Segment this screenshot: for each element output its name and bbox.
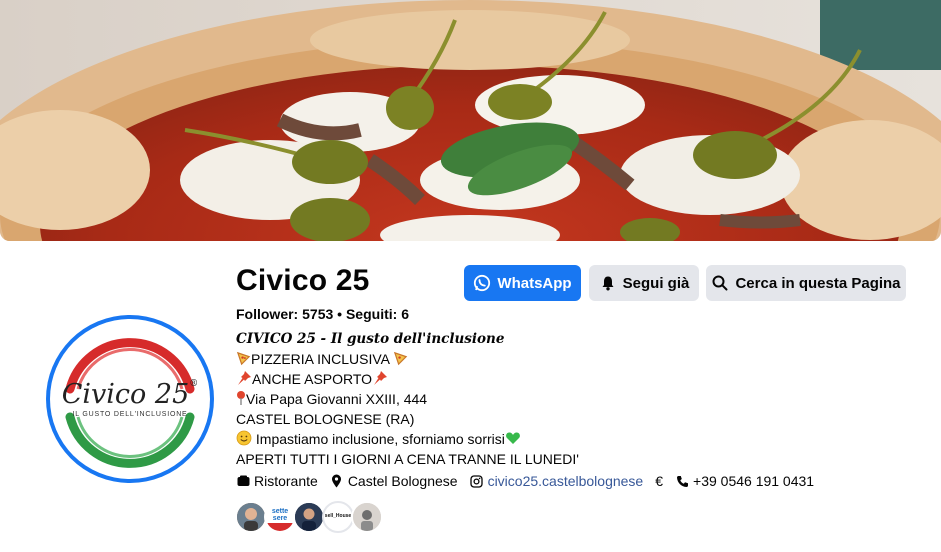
price-range: € [655, 473, 664, 489]
tag-icon [236, 474, 250, 488]
pushpin-icon [238, 371, 251, 385]
follower-avatar[interactable] [293, 501, 325, 533]
green-heart-icon [505, 432, 520, 444]
page-bio: CIVICO 25 - Il gusto dell'inclusione PIZ… [236, 329, 886, 469]
round-pushpin-icon [237, 391, 245, 405]
search-label: Cerca in questa Pagina [735, 274, 901, 292]
pizza-icon [394, 351, 408, 366]
pizza-icon [236, 351, 251, 366]
follower-avatar[interactable]: sette sere [264, 501, 296, 533]
bio-line-city: CASTEL BOLOGNESE (RA) [236, 411, 415, 427]
follower-avatar[interactable]: sell_House [322, 501, 354, 533]
page-info-row: Ristorante Castel Bolognese civico25.cas… [236, 471, 826, 491]
instagram-icon [470, 474, 484, 488]
whatsapp-label: WhatsApp [497, 274, 572, 292]
follower-avatar[interactable] [351, 501, 383, 533]
bio-line-motto: Impastiamo inclusione, sforniamo sorrisi [236, 429, 886, 449]
phone-icon [675, 474, 689, 488]
bell-icon [599, 274, 617, 292]
logo-text: Civico 25® [61, 379, 199, 410]
location[interactable]: Castel Bolognese [330, 473, 458, 489]
smile-icon [236, 430, 252, 446]
following-count[interactable]: 6 [401, 306, 409, 322]
bio-line-asporto: ANCHE ASPORTO [236, 369, 886, 389]
search-icon [711, 274, 729, 292]
location-pin-icon [330, 474, 344, 488]
profile-picture[interactable]: Civico 25® IL GUSTO DELL'INCLUSIONE [46, 315, 214, 483]
followers-count[interactable]: 5753 [302, 306, 333, 322]
stats-separator: • [337, 306, 343, 322]
follow-label: Segui già [622, 274, 690, 292]
follower-avatar[interactable] [235, 501, 267, 533]
following-label: Seguiti: [345, 306, 398, 322]
pushpin-icon [374, 371, 388, 385]
follower-badge-text: sell_House [324, 513, 352, 519]
cover-photo[interactable] [0, 0, 941, 241]
search-page-button[interactable]: Cerca in questa Pagina [706, 265, 906, 301]
bio-line-address: Via Papa Giovanni XXIII, 444 [236, 389, 886, 409]
follower-stats: Follower: 5753 • Seguiti: 6 [236, 306, 409, 322]
follow-button[interactable]: Segui già [589, 265, 699, 301]
category[interactable]: Ristorante [236, 473, 318, 489]
whatsapp-button[interactable]: WhatsApp [464, 265, 581, 301]
phone-number[interactable]: +39 0546 191 0431 [675, 473, 814, 489]
bio-tagline: CIVICO 25 - Il gusto dell'inclusione [236, 331, 505, 347]
follower-badge-text: sette sere [271, 508, 289, 522]
logo-subtitle: IL GUSTO DELL'INCLUSIONE [72, 411, 188, 418]
bio-line-pizzeria: PIZZERIA INCLUSIVA [236, 349, 886, 369]
whatsapp-icon [473, 274, 491, 292]
instagram-link[interactable]: civico25.castelbolognese [470, 473, 643, 489]
followers-label: Follower: [236, 306, 299, 322]
bio-line-hours: APERTI TUTTI I GIORNI A CENA TRANNE IL L… [236, 451, 579, 467]
page-title: Civico 25 [236, 264, 370, 297]
mutual-followers[interactable]: sette sere sell_House [235, 501, 383, 533]
